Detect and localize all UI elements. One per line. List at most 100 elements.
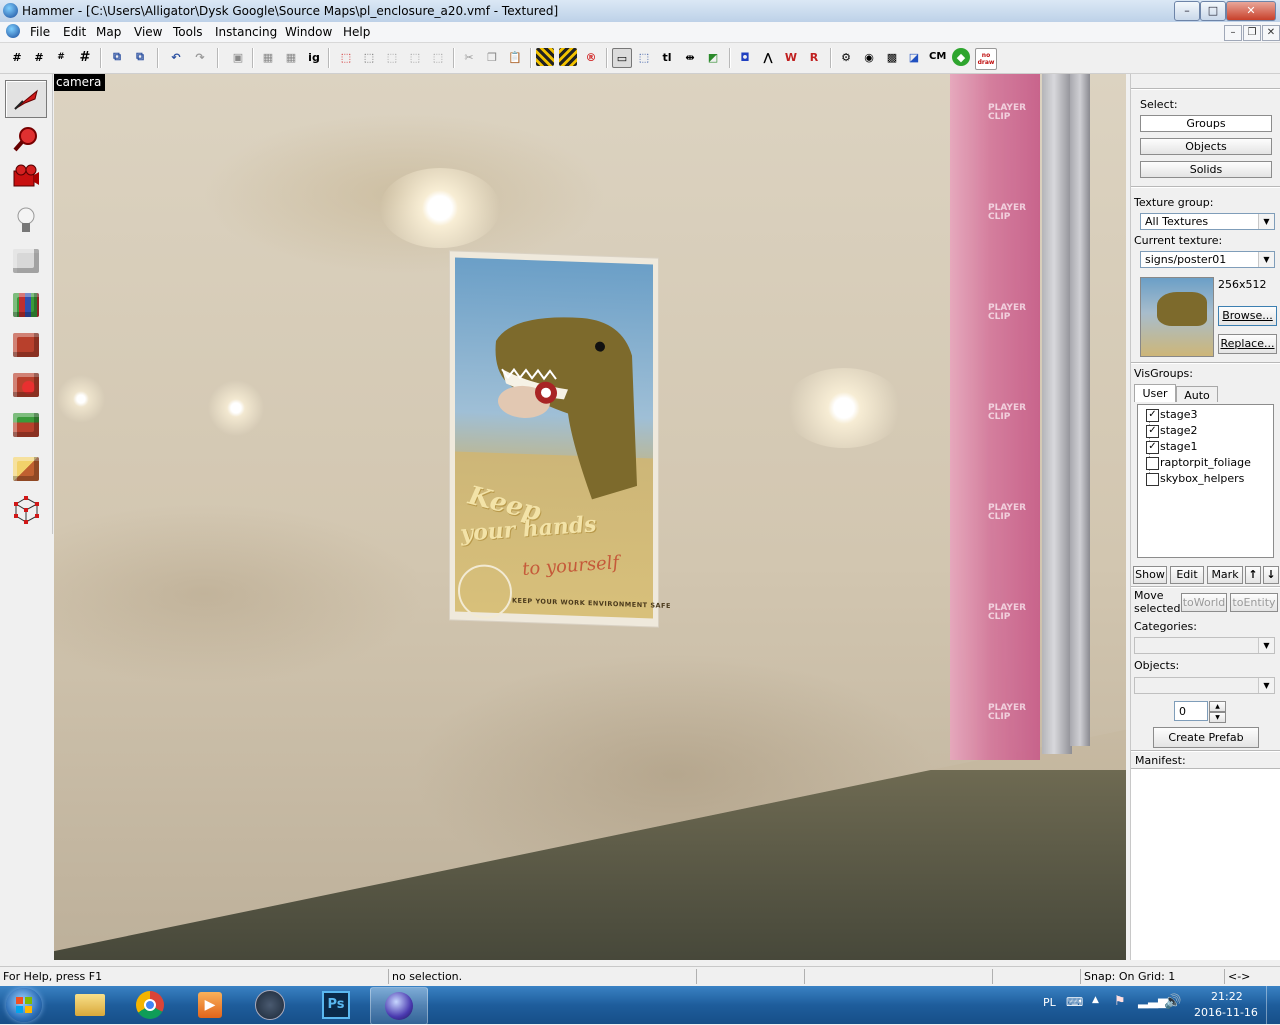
visgroup-raptorpit-foliage[interactable]: raptorpit_foliage: [1146, 455, 1251, 471]
keyboard-icon[interactable]: ⌨: [1066, 995, 1083, 1009]
texture-lock-icon[interactable]: ⬚: [383, 48, 401, 66]
taskbar-explorer[interactable]: [62, 987, 118, 1023]
menu-view[interactable]: View: [134, 25, 162, 39]
toggle-helpers-icon[interactable]: [536, 48, 554, 66]
taskbar-chrome[interactable]: [122, 987, 178, 1023]
taskbar-photoshop[interactable]: Ps: [308, 987, 364, 1023]
checkbox-checked-icon[interactable]: ✓: [1146, 441, 1159, 454]
vertex-tool[interactable]: [5, 490, 47, 528]
select-solids-button[interactable]: Solids: [1140, 161, 1272, 178]
categories-dropdown[interactable]: ▼: [1134, 637, 1275, 654]
objects-dropdown[interactable]: ▼: [1134, 677, 1275, 694]
sound-browser-icon[interactable]: ◉: [860, 48, 878, 66]
menu-instancing[interactable]: Instancing: [215, 25, 277, 39]
grid-larger-icon[interactable]: #: [76, 48, 94, 66]
action-center-icon[interactable]: ⚑: [1114, 994, 1126, 1009]
menu-window[interactable]: Window: [285, 25, 332, 39]
visgroup-edit-button[interactable]: Edit: [1170, 566, 1204, 584]
carve-icon[interactable]: ▣: [229, 48, 247, 66]
checkbox-checked-icon[interactable]: ✓: [1146, 409, 1159, 422]
spin-up-icon[interactable]: ▲: [1209, 701, 1226, 712]
selection-box-icon[interactable]: ▭: [612, 48, 632, 68]
grid-3d-icon[interactable]: #: [30, 48, 48, 66]
apply-current-texture-tool[interactable]: [5, 326, 47, 364]
camera-viewport[interactable]: Keep your hands to yourself KEEP YOUR WO…: [54, 74, 1126, 960]
taskbar-hammer[interactable]: [370, 987, 428, 1025]
clipping-tool[interactable]: [5, 450, 47, 488]
visgroup-stage1[interactable]: ✓ stage1: [1146, 439, 1198, 455]
start-button-icon[interactable]: [6, 988, 42, 1022]
prefab-count-input[interactable]: 0: [1174, 701, 1208, 721]
entity-report-icon[interactable]: ⋀: [759, 48, 777, 66]
select-by-handle-icon[interactable]: ⬚: [635, 48, 653, 66]
maximize-button[interactable]: □: [1200, 1, 1226, 21]
checkbox-checked-icon[interactable]: ✓: [1146, 425, 1159, 438]
toggle-models-icon[interactable]: [559, 48, 577, 66]
current-texture-dropdown[interactable]: signs/poster01 ▼: [1140, 251, 1275, 268]
menu-edit[interactable]: Edit: [63, 25, 86, 39]
tie-to-entity-icon[interactable]: ⬚: [337, 48, 355, 66]
texture-preview[interactable]: [1140, 277, 1214, 357]
transform-icon[interactable]: ⚙: [837, 48, 855, 66]
camera-tool[interactable]: [5, 158, 47, 196]
display-options-icon[interactable]: ◪: [905, 48, 923, 66]
paste-icon[interactable]: 📋: [506, 48, 524, 66]
menu-tools[interactable]: Tools: [173, 25, 203, 39]
clock-date[interactable]: 2016-11-16: [1194, 1006, 1258, 1019]
mdi-close-button[interactable]: ✕: [1262, 25, 1280, 41]
move-up-arrow-icon[interactable]: ↑: [1245, 566, 1261, 584]
texture-scale-lock-icon[interactable]: ⬚: [406, 48, 424, 66]
browse-button[interactable]: Browse...: [1218, 306, 1277, 326]
create-prefab-button[interactable]: Create Prefab: [1153, 727, 1259, 748]
clip-tool-icon[interactable]: ⬚: [429, 48, 447, 66]
viewport-label[interactable]: camera: [54, 74, 106, 91]
overlay-icon[interactable]: ▩: [883, 48, 901, 66]
select-objects-button[interactable]: Objects: [1140, 138, 1272, 155]
texture-group-dropdown[interactable]: All Textures ▼: [1140, 213, 1275, 230]
to-entity-button[interactable]: toEntity: [1230, 593, 1278, 612]
grid-toggle-icon[interactable]: #: [8, 48, 26, 66]
flip-vertical-icon[interactable]: ◩: [704, 48, 722, 66]
visgroup-mark-button[interactable]: Mark: [1207, 566, 1243, 584]
flip-horizontal-icon[interactable]: ⇹: [681, 48, 699, 66]
spin-down-icon[interactable]: ▼: [1209, 712, 1226, 723]
grid-smaller-icon[interactable]: #: [52, 48, 70, 66]
select-groups-button[interactable]: Groups: [1140, 115, 1272, 132]
texture-application-tool[interactable]: [5, 286, 47, 324]
manifest-list[interactable]: [1131, 770, 1280, 960]
hide-selected-icon[interactable]: ▦: [259, 48, 277, 66]
map-info-icon[interactable]: R: [805, 48, 823, 66]
texture-lock-tl-button[interactable]: tl: [658, 48, 676, 66]
taskbar-media-player[interactable]: ▶: [182, 987, 238, 1023]
cordon-button[interactable]: CM: [929, 51, 946, 62]
run-map-icon[interactable]: ◆: [952, 48, 970, 66]
menu-help[interactable]: Help: [343, 25, 370, 39]
language-indicator[interactable]: PL: [1043, 996, 1056, 1009]
tab-user[interactable]: User: [1134, 384, 1176, 402]
block-tool[interactable]: [5, 242, 47, 280]
show-desktop-button[interactable]: [1266, 986, 1280, 1024]
minimize-button[interactable]: –: [1174, 1, 1200, 21]
visgroup-stage2[interactable]: ✓ stage2: [1146, 423, 1198, 439]
to-world-button[interactable]: toWorld: [1181, 593, 1227, 612]
volume-icon[interactable]: 🔊: [1164, 994, 1181, 1010]
hide-unselected-icon[interactable]: ▦: [282, 48, 300, 66]
magnify-tool[interactable]: [5, 120, 47, 158]
undo-icon[interactable]: ↶: [167, 48, 185, 66]
show-hidden-icons-icon[interactable]: ▲: [1092, 995, 1099, 1005]
clock-time[interactable]: 21:22: [1211, 990, 1243, 1003]
player-clip-brush[interactable]: PLAYER CLIP PLAYER CLIP PLAYER CLIP PLAY…: [950, 74, 1040, 760]
overlay-tool[interactable]: [5, 406, 47, 444]
decal-tool[interactable]: [5, 366, 47, 404]
dinosaur-poster[interactable]: Keep your hands to yourself KEEP YOUR WO…: [450, 251, 671, 627]
checkbox-unchecked-icon[interactable]: [1146, 457, 1159, 470]
visgroup-skybox-helpers[interactable]: skybox_helpers: [1146, 471, 1244, 487]
snap-to-grid-icon[interactable]: ◘: [736, 48, 754, 66]
copy-icon[interactable]: ❐: [483, 48, 501, 66]
close-button[interactable]: ✕: [1226, 1, 1276, 21]
cut-icon[interactable]: ✂: [460, 48, 478, 66]
move-to-world-icon[interactable]: ⬚: [360, 48, 378, 66]
ungroup-icon[interactable]: ⧉: [131, 48, 149, 66]
selection-tool[interactable]: [5, 80, 47, 118]
menu-map[interactable]: Map: [96, 25, 121, 39]
